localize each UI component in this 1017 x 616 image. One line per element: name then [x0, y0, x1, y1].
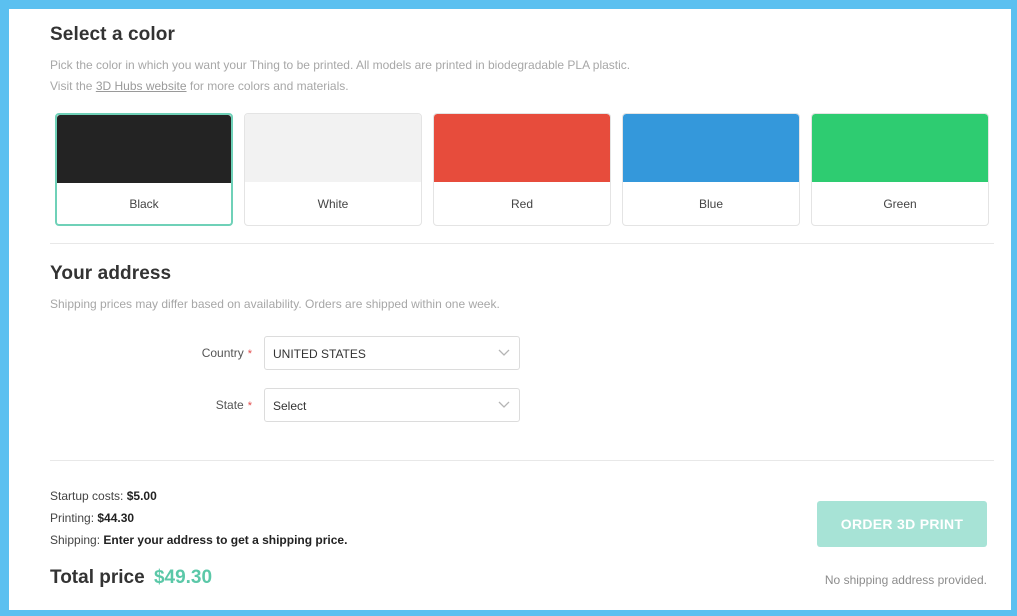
state-select[interactable]: Select	[264, 388, 520, 422]
visit-text: Visit the	[50, 79, 93, 93]
color-section-description: Pick the color in which you want your Th…	[50, 58, 631, 72]
total-price-value: $49.30	[153, 567, 213, 588]
color-label: Red	[510, 196, 533, 211]
color-swatch-black[interactable]: Black	[55, 113, 233, 226]
color-chip	[434, 114, 610, 182]
printing-cost-label: Printing:	[50, 511, 95, 525]
color-chip	[812, 114, 988, 182]
required-mark: *	[247, 348, 252, 360]
color-section-note: Visit the 3D Hubs website for more color…	[50, 79, 349, 93]
color-label: White	[317, 196, 349, 211]
shipping-cost-label: Shipping:	[50, 533, 101, 547]
country-row: Country * UNITED STATES	[50, 336, 520, 372]
country-label-text: Country	[201, 346, 244, 360]
color-section-title: Select a color	[50, 24, 175, 45]
total-price-label: Total price	[50, 567, 145, 588]
total-price: Total price $49.30	[50, 567, 212, 589]
state-value: Select	[273, 399, 307, 413]
state-label-text: State	[215, 398, 244, 412]
required-mark: *	[247, 400, 252, 412]
startup-cost-label: Startup costs:	[50, 489, 124, 503]
color-chip	[57, 115, 231, 183]
chevron-down-icon	[498, 349, 510, 356]
country-select[interactable]: UNITED STATES	[264, 336, 520, 370]
color-swatch-blue[interactable]: Blue	[622, 113, 800, 226]
address-section-title: Your address	[50, 263, 172, 284]
color-swatch-white[interactable]: White	[244, 113, 422, 226]
order-3d-print-button[interactable]: ORDER 3D PRINT	[817, 501, 987, 547]
address-section-description: Shipping prices may differ based on avai…	[50, 297, 500, 311]
more-colors-text: for more colors and materials.	[189, 79, 349, 93]
printing-cost-line: Printing: $44.30	[50, 507, 347, 529]
cost-breakdown: Startup costs: $5.00 Printing: $44.30 Sh…	[50, 485, 347, 551]
color-label: Black	[129, 196, 159, 211]
country-value: UNITED STATES	[273, 347, 366, 361]
section-divider	[50, 460, 994, 461]
page-frame: Select a color Pick the color in which y…	[0, 0, 1017, 616]
printing-cost-value: $44.30	[97, 511, 135, 525]
chevron-down-icon	[498, 401, 510, 408]
shipping-cost-value: Enter your address to get a shipping pri…	[103, 533, 348, 547]
3d-hubs-link[interactable]: 3D Hubs website	[96, 79, 187, 93]
country-label: Country *	[202, 346, 252, 360]
startup-cost-value: $5.00	[126, 489, 157, 503]
shipping-address-note: No shipping address provided.	[824, 573, 987, 587]
color-swatch-red[interactable]: Red	[433, 113, 611, 226]
color-label: Blue	[698, 196, 724, 211]
state-row: State * Select	[50, 388, 520, 424]
color-label: Green	[883, 196, 917, 211]
startup-cost-line: Startup costs: $5.00	[50, 485, 347, 507]
color-chip	[245, 114, 421, 182]
section-divider	[50, 243, 994, 244]
color-swatch-list: Black White Red Blue Green	[55, 113, 993, 228]
color-swatch-green[interactable]: Green	[811, 113, 989, 226]
shipping-cost-line: Shipping: Enter your address to get a sh…	[50, 529, 347, 551]
color-chip	[623, 114, 799, 182]
state-label: State *	[216, 398, 252, 412]
